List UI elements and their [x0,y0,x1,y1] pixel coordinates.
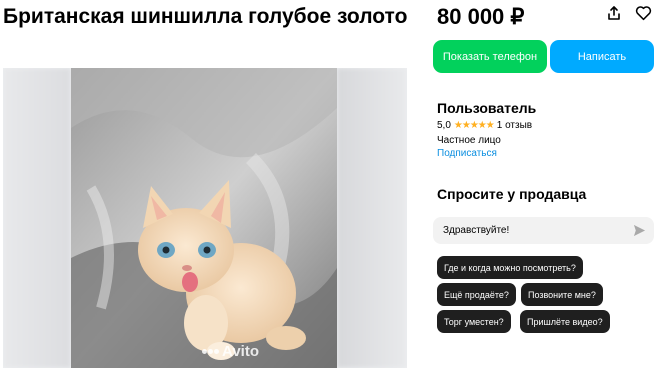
heart-icon [635,6,651,21]
reviews-link[interactable]: 1 отзыв [497,120,532,131]
kitten-photo-image [71,68,337,368]
write-message-button[interactable]: Написать [550,40,654,73]
rating-value: 5,0 [437,120,451,131]
share-button[interactable] [604,3,624,23]
watermark-text: Avito [222,343,259,360]
seller-name[interactable]: Пользователь [437,100,536,116]
listing-title: Британская шиншилла голубое золото [3,5,408,28]
gallery-blur-right [337,68,407,368]
message-box[interactable] [433,217,654,244]
avito-watermark: Avito [202,343,259,360]
gallery-blur-left [3,68,71,368]
quick-question-chip[interactable]: Торг уместен? [437,310,511,333]
seller-rating[interactable]: 5,0 ★★★★★ 1 отзыв [437,120,532,131]
quick-question-chip[interactable]: Где и когда можно посмотреть? [437,256,583,279]
listing-price: 80 000 ₽ [437,4,525,29]
show-phone-button[interactable]: Показать телефон [433,40,547,73]
listing-photo[interactable]: Avito [71,68,337,368]
avito-logo-icon [202,349,220,354]
subscribe-link[interactable]: Подписаться [437,148,497,159]
favorite-button[interactable] [633,3,653,23]
rating-stars-icon: ★★★★★ [453,120,495,131]
send-icon[interactable] [633,224,646,237]
quick-question-chip[interactable]: Позвоните мне? [521,283,603,306]
message-input[interactable] [443,225,623,236]
quick-question-chip[interactable]: Пришлёте видео? [520,310,610,333]
seller-type: Частное лицо [437,135,501,146]
share-icon [608,6,620,20]
photo-gallery[interactable]: Avito [3,68,407,368]
quick-question-chip[interactable]: Ещё продаёте? [437,283,516,306]
ask-seller-heading: Спросите у продавца [437,186,587,202]
